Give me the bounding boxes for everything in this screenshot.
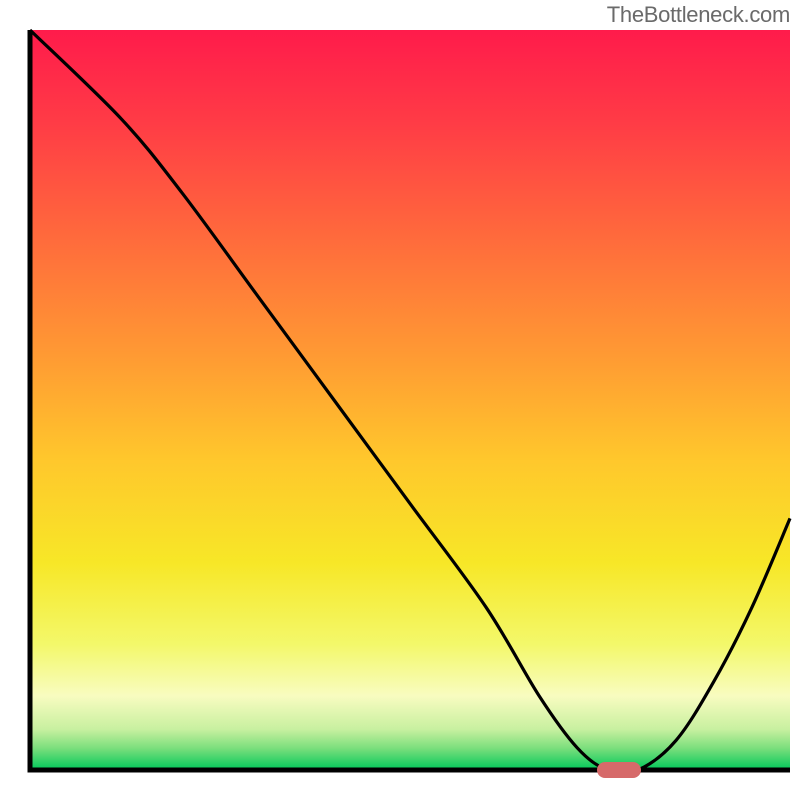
bottleneck-plot — [0, 0, 800, 800]
chart-frame: TheBottleneck.com — [0, 0, 800, 800]
minimum-marker — [597, 762, 641, 778]
gradient-background — [30, 30, 790, 770]
